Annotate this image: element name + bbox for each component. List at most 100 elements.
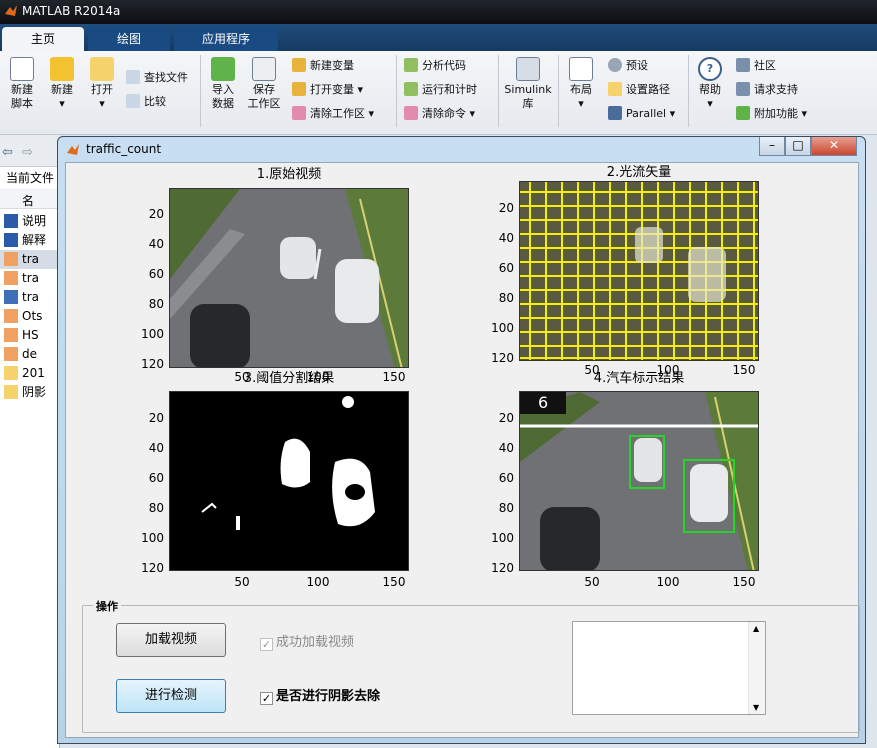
analyze-icon bbox=[404, 58, 418, 72]
new-variable-button[interactable]: 新建变量 bbox=[292, 57, 354, 75]
add-ons-button[interactable]: 附加功能 ▾ bbox=[736, 105, 807, 123]
y-tick: 80 bbox=[148, 501, 164, 515]
preferences-button[interactable]: 预设 bbox=[608, 57, 648, 75]
open-label: 打开 bbox=[91, 83, 113, 96]
optical-flow-grid-image bbox=[520, 182, 758, 360]
file-item[interactable]: HS bbox=[4, 326, 60, 345]
scroll-down-icon[interactable]: ▼ bbox=[753, 703, 759, 712]
preferences-label: 预设 bbox=[626, 59, 648, 72]
compare-button[interactable]: 比较 bbox=[126, 93, 166, 111]
request-support-button[interactable]: 请求支持 bbox=[736, 81, 798, 99]
forward-arrow-icon[interactable]: ⇨ bbox=[22, 145, 33, 160]
axes3-threshold-image bbox=[169, 391, 409, 571]
folder-icon bbox=[90, 57, 114, 81]
y-tick: 60 bbox=[148, 471, 164, 485]
binary-mask-image bbox=[170, 392, 408, 570]
community-button[interactable]: 社区 bbox=[736, 57, 776, 75]
simulink-library-button[interactable]: Simulink 库 bbox=[502, 57, 554, 111]
help-icon: ? bbox=[698, 57, 722, 81]
axes4-detection-frame: 6 bbox=[519, 391, 759, 571]
file-item[interactable]: 说明 bbox=[4, 212, 60, 231]
current-folder-panel: ⇦ ⇨ 当前文件 名 说明 解释 tra tra tra Ots HS de 2… bbox=[0, 135, 60, 748]
y-tick: 40 bbox=[498, 231, 514, 245]
ribbon-separator bbox=[558, 55, 559, 127]
save-workspace-button[interactable]: 保存 工作区 bbox=[244, 57, 284, 111]
folder-icon bbox=[4, 385, 18, 399]
analyze-code-button[interactable]: 分析代码 bbox=[404, 57, 466, 75]
x-tick: 100 bbox=[656, 575, 680, 589]
close-button[interactable]: ✕ bbox=[811, 137, 857, 156]
clear-commands-button[interactable]: 清除命令 ▾ bbox=[404, 105, 475, 123]
ribbon: 新建 脚本 新建 ▾ 打开 ▾ 查找文件 比较 导入 数据 保存 工作区 新建变量 … bbox=[0, 51, 877, 135]
community-label: 社区 bbox=[754, 59, 776, 72]
shadow-removal-checkbox[interactable]: ✓ 是否进行阴影去除 bbox=[260, 685, 380, 705]
run-and-time-button[interactable]: 运行和计时 bbox=[404, 81, 477, 99]
y-tick: 80 bbox=[498, 291, 514, 305]
y-tick: 40 bbox=[498, 441, 514, 455]
file-item[interactable]: de bbox=[4, 345, 60, 364]
eraser-icon bbox=[292, 106, 306, 120]
file-item[interactable]: Ots bbox=[4, 307, 60, 326]
file-item-selected[interactable]: tra bbox=[0, 250, 60, 269]
tab-plots[interactable]: 绘图 bbox=[88, 27, 170, 51]
new-variable-label: 新建变量 bbox=[310, 59, 354, 72]
new-script-label: 新建 脚本 bbox=[11, 83, 33, 110]
figure-title: traffic_count bbox=[86, 142, 162, 156]
minimize-button[interactable]: – bbox=[759, 137, 785, 156]
file-item[interactable]: 解释 bbox=[4, 231, 60, 250]
detect-button[interactable]: 进行检测 bbox=[116, 679, 226, 713]
open-button[interactable]: 打开 ▾ bbox=[84, 57, 120, 111]
maximize-button[interactable]: □ bbox=[785, 137, 811, 156]
new-script-button[interactable]: 新建 脚本 bbox=[4, 57, 40, 111]
parallel-button[interactable]: Parallel ▾ bbox=[608, 105, 675, 123]
open-variable-button[interactable]: 打开变量 ▾ bbox=[292, 81, 363, 99]
x-tick: 50 bbox=[584, 575, 600, 589]
layout-button[interactable]: 布局 ▾ bbox=[562, 57, 600, 111]
m-file-icon bbox=[4, 328, 18, 342]
file-item-label: de bbox=[22, 347, 37, 361]
file-item[interactable]: tra bbox=[4, 269, 60, 288]
folder-item[interactable]: 阴影 bbox=[4, 383, 60, 402]
operation-panel-label: 操作 bbox=[93, 598, 121, 614]
loaded-checkbox[interactable]: ✓ 成功加载视频 bbox=[260, 631, 354, 651]
plus-icon bbox=[50, 57, 74, 81]
y-tick: 120 bbox=[491, 561, 514, 575]
parallel-icon bbox=[608, 106, 622, 120]
vertical-scrollbar[interactable]: ▲ ▼ bbox=[748, 622, 765, 714]
name-column-header: 名 bbox=[22, 194, 35, 208]
chevron-down-icon: ▾ bbox=[99, 97, 105, 110]
column-header[interactable]: 名 bbox=[0, 189, 60, 209]
community-icon bbox=[736, 58, 750, 72]
file-item-label: HS bbox=[22, 328, 39, 342]
set-path-button[interactable]: 设置路径 bbox=[608, 81, 670, 99]
find-files-button[interactable]: 查找文件 bbox=[126, 69, 188, 87]
file-item[interactable]: tra bbox=[4, 288, 60, 307]
y-tick: 60 bbox=[498, 261, 514, 275]
new-button[interactable]: 新建 ▾ bbox=[44, 57, 80, 111]
layout-label: 布局 bbox=[570, 83, 592, 96]
y-tick: 100 bbox=[491, 321, 514, 335]
fig-file-icon bbox=[4, 290, 18, 304]
y-tick: 100 bbox=[491, 531, 514, 545]
panel-header: 当前文件 bbox=[6, 171, 55, 185]
folder-item[interactable]: 201 bbox=[4, 364, 60, 383]
simulink-icon bbox=[516, 57, 540, 81]
back-arrow-icon[interactable]: ⇦ bbox=[2, 145, 13, 160]
clear-workspace-label: 清除工作区 bbox=[310, 107, 365, 120]
tab-home[interactable]: 主页 bbox=[2, 27, 84, 51]
clear-workspace-button[interactable]: 清除工作区 ▾ bbox=[292, 105, 374, 123]
scroll-up-icon[interactable]: ▲ bbox=[753, 624, 759, 633]
y-tick: 80 bbox=[148, 297, 164, 311]
y-tick: 120 bbox=[141, 357, 164, 371]
chevron-down-icon: ▾ bbox=[707, 97, 713, 110]
output-listbox[interactable]: ▲ ▼ bbox=[572, 621, 766, 715]
x-tick: 50 bbox=[234, 575, 250, 589]
help-button[interactable]: ? 帮助 ▾ bbox=[692, 57, 728, 111]
tab-apps[interactable]: 应用程序 bbox=[174, 27, 278, 51]
detection-scene-image bbox=[520, 392, 758, 570]
m-file-icon bbox=[4, 252, 18, 266]
save-icon bbox=[252, 57, 276, 81]
import-data-button[interactable]: 导入 数据 bbox=[204, 57, 242, 111]
load-video-button[interactable]: 加载视频 bbox=[116, 623, 226, 657]
chevron-down-icon: ▾ bbox=[578, 97, 584, 110]
